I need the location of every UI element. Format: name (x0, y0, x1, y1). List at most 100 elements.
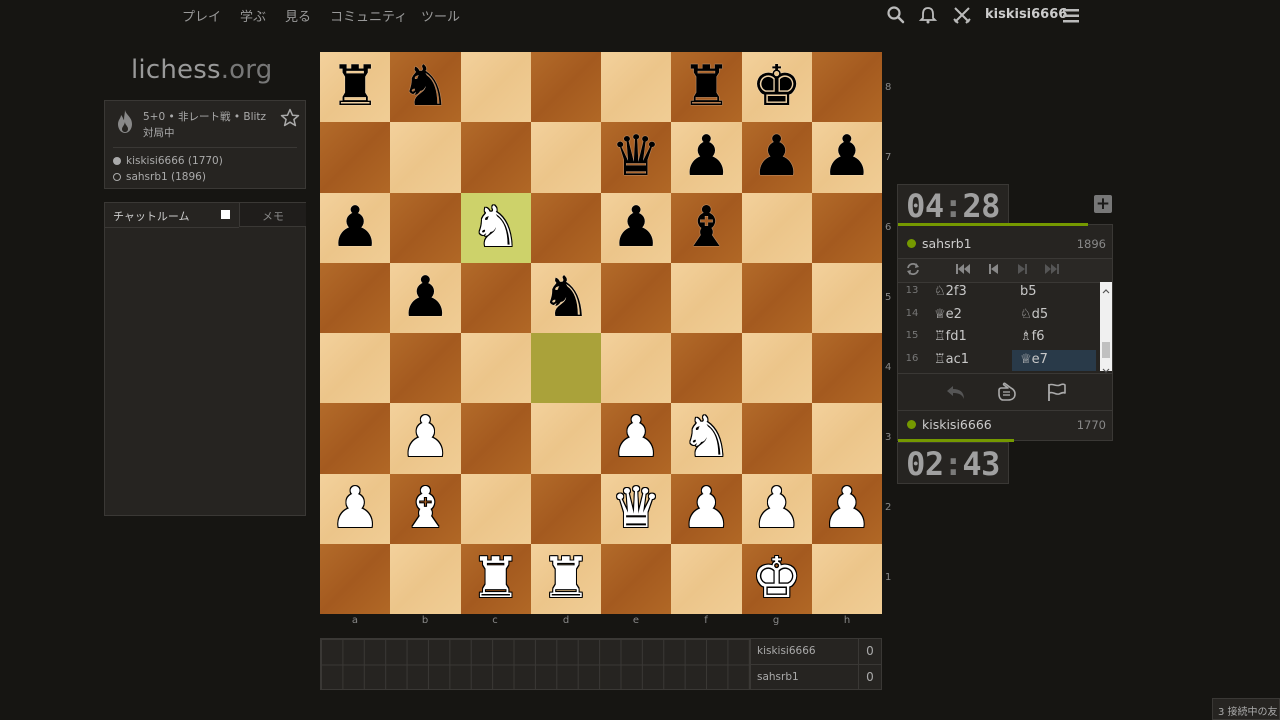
square-g3[interactable] (741, 403, 812, 474)
white-rook-icon[interactable]: ♜ (461, 544, 531, 614)
square-f7[interactable]: ♟ (671, 122, 742, 193)
square-f5[interactable] (671, 262, 742, 333)
nav-watch[interactable]: 見る (285, 6, 311, 25)
square-h3[interactable] (811, 403, 882, 474)
square-d3[interactable] (530, 403, 601, 474)
square-a1[interactable] (320, 543, 391, 614)
black-queen-icon[interactable]: ♛ (601, 122, 671, 192)
white-knight-icon[interactable]: ♞ (461, 193, 531, 263)
square-h2[interactable]: ♟ (811, 473, 882, 544)
square-g4[interactable] (741, 333, 812, 404)
square-e8[interactable] (601, 52, 672, 123)
move-list-scrollbar[interactable] (1100, 282, 1112, 373)
white-move[interactable]: ♕e2 (934, 307, 962, 322)
square-d8[interactable] (530, 52, 601, 123)
square-d5[interactable]: ♞ (530, 262, 601, 333)
first-move-icon[interactable] (955, 262, 971, 279)
square-h8[interactable] (811, 52, 882, 123)
white-bishop-icon[interactable]: ♝ (390, 474, 460, 544)
square-b2[interactable]: ♝ (390, 473, 461, 544)
square-c2[interactable] (460, 473, 531, 544)
scroll-up-icon[interactable] (1102, 283, 1110, 297)
chat-toggle-checkbox[interactable] (221, 210, 230, 219)
black-pawn-icon[interactable]: ♟ (742, 122, 812, 192)
square-b8[interactable]: ♞ (390, 52, 461, 123)
white-move[interactable]: ♖ac1 (934, 352, 969, 367)
connected-friends[interactable]: 3 接続中の友 (1212, 698, 1280, 720)
square-e4[interactable] (601, 333, 672, 404)
square-f1[interactable] (671, 543, 742, 614)
square-a3[interactable] (320, 403, 391, 474)
offer-draw-hand-icon[interactable] (995, 382, 1017, 402)
swords-icon[interactable] (952, 5, 974, 27)
square-b7[interactable] (390, 122, 461, 193)
nav-community[interactable]: コミュニティ (330, 6, 407, 25)
hamburger-menu-icon[interactable] (1061, 6, 1083, 28)
square-f8[interactable]: ♜ (671, 52, 742, 123)
black-player-entry[interactable]: sahsrb1 (1896) (113, 171, 206, 183)
black-move[interactable]: b5 (1020, 284, 1037, 299)
takeback-icon[interactable] (945, 382, 967, 402)
white-pawn-icon[interactable]: ♟ (671, 474, 741, 544)
white-player-entry[interactable]: kiskisi6666 (1770) (113, 155, 223, 167)
black-bishop-icon[interactable]: ♝ (671, 193, 741, 263)
square-e7[interactable]: ♛ (601, 122, 672, 193)
square-b4[interactable] (390, 333, 461, 404)
current-move[interactable]: ♕e7 (1012, 349, 1096, 371)
search-icon[interactable] (886, 5, 908, 27)
square-h5[interactable] (811, 262, 882, 333)
white-queen-icon[interactable]: ♛ (601, 474, 671, 544)
black-pawn-icon[interactable]: ♟ (671, 122, 741, 192)
last-move-icon[interactable] (1044, 262, 1060, 279)
black-knight-icon[interactable]: ♞ (531, 263, 601, 333)
square-a7[interactable] (320, 122, 391, 193)
square-b6[interactable] (390, 192, 461, 263)
square-d4[interactable] (530, 333, 601, 404)
square-d6[interactable] (530, 192, 601, 263)
square-c5[interactable] (460, 262, 531, 333)
chess-board[interactable]: ♜ ♞ ♜ ♚ ♛ ♟ ♟ ♟ ♟ ♞ ♟ ♝ ♟ ♞ ♟ ♟ ♞ ♟ ♝ ♛ ♟ ♟ ♟ ♜ ♜ ♚ (320, 52, 882, 614)
square-a4[interactable] (320, 333, 391, 404)
square-a8[interactable]: ♜ (320, 52, 391, 123)
black-pawn-icon[interactable]: ♟ (320, 193, 390, 263)
black-pawn-icon[interactable]: ♟ (812, 122, 882, 192)
user-menu[interactable]: kiskisi6666 (985, 7, 1067, 22)
add-time-button[interactable]: + (1094, 195, 1112, 213)
black-knight-icon[interactable]: ♞ (390, 52, 460, 122)
square-d7[interactable] (530, 122, 601, 193)
white-move[interactable]: ♘2f3 (934, 284, 967, 299)
square-g2[interactable]: ♟ (741, 473, 812, 544)
white-pawn-icon[interactable]: ♟ (390, 403, 460, 473)
white-pawn-icon[interactable]: ♟ (320, 474, 390, 544)
opponent-player[interactable]: sahsrb1 (907, 236, 972, 251)
square-c4[interactable] (460, 333, 531, 404)
white-pawn-icon[interactable]: ♟ (812, 474, 882, 544)
square-g1[interactable]: ♚ (741, 543, 812, 614)
square-d2[interactable] (530, 473, 601, 544)
scrollbar-thumb[interactable] (1102, 342, 1110, 358)
black-pawn-icon[interactable]: ♟ (601, 193, 671, 263)
square-a2[interactable]: ♟ (320, 473, 391, 544)
black-rook-icon[interactable]: ♜ (320, 52, 390, 122)
square-g8[interactable]: ♚ (741, 52, 812, 123)
previous-move-icon[interactable] (987, 262, 999, 279)
crosstable-row[interactable]: sahsrb1 0 (751, 665, 881, 690)
square-g7[interactable]: ♟ (741, 122, 812, 193)
white-knight-icon[interactable]: ♞ (671, 403, 741, 473)
square-e5[interactable] (601, 262, 672, 333)
square-g6[interactable] (741, 192, 812, 263)
square-h1[interactable] (811, 543, 882, 614)
square-a5[interactable] (320, 262, 391, 333)
white-pawn-icon[interactable]: ♟ (742, 474, 812, 544)
black-king-icon[interactable]: ♚ (742, 52, 812, 122)
square-c1[interactable]: ♜ (460, 543, 531, 614)
square-b1[interactable] (390, 543, 461, 614)
black-move[interactable]: ♗f6 (1020, 329, 1045, 344)
square-e3[interactable]: ♟ (601, 403, 672, 474)
white-king-icon[interactable]: ♚ (742, 544, 812, 614)
next-move-icon[interactable] (1017, 262, 1029, 279)
square-e1[interactable] (601, 543, 672, 614)
square-h6[interactable] (811, 192, 882, 263)
square-h4[interactable] (811, 333, 882, 404)
square-g5[interactable] (741, 262, 812, 333)
